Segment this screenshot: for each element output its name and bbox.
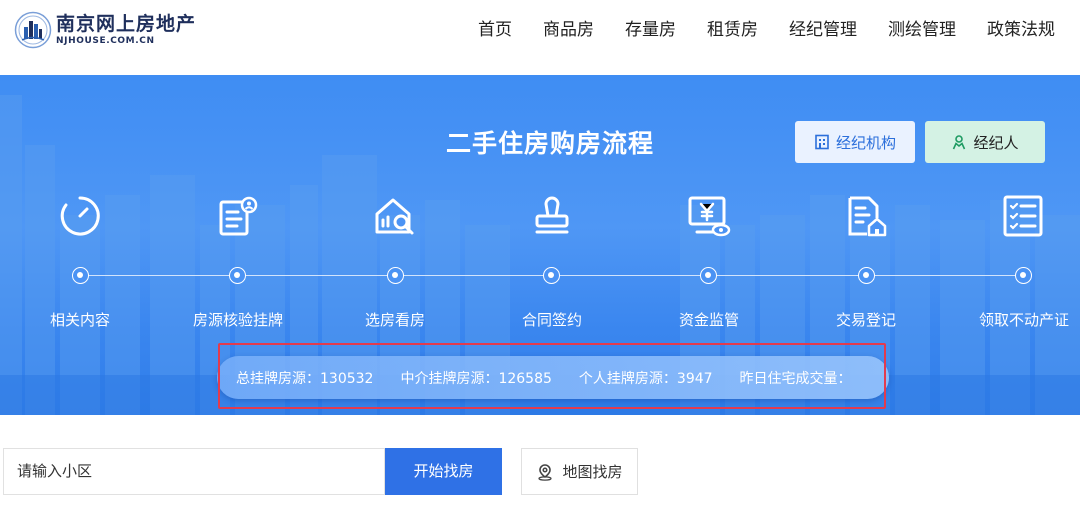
map-search-label: 地图找房 xyxy=(562,463,623,481)
community-search-input[interactable]: 请输入小区 xyxy=(3,448,385,495)
search-placeholder: 请输入小区 xyxy=(17,462,93,480)
step-label-related[interactable]: 相关内容 xyxy=(15,309,145,330)
timeline-dot xyxy=(387,267,404,284)
banner-title: 二手住房购房流程 xyxy=(445,129,654,158)
timeline-dot xyxy=(1015,267,1032,284)
step-label-certificate[interactable]: 领取不动产证 xyxy=(959,309,1080,330)
site-header: 南京网上房地产 NJHOUSE.COM.CN 首页 商品房 存量房 租赁房 经纪… xyxy=(0,0,1080,75)
checklist-icon xyxy=(1003,195,1043,237)
house-document-icon xyxy=(848,196,887,237)
step-label-registration[interactable]: 交易登记 xyxy=(801,309,931,330)
nav-policies[interactable]: 政策法规 xyxy=(987,19,1055,41)
process-banner: 二手住房购房流程 经纪机构 经纪人 相关内容 房源核验挂牌 选房看房 合同签约 … xyxy=(0,75,1080,415)
step-label-verify-listing[interactable]: 房源核验挂牌 xyxy=(173,309,303,330)
step-label-fund-supervision[interactable]: 资金监管 xyxy=(644,309,774,330)
fund-monitor-icon xyxy=(688,196,731,237)
clock-icon xyxy=(60,196,100,236)
nav-new-homes[interactable]: 商品房 xyxy=(543,19,594,41)
logo-subtitle: NJHOUSE.COM.CN xyxy=(56,36,155,46)
agency-button[interactable]: 经纪机构 xyxy=(795,121,915,163)
timeline-dot xyxy=(72,267,89,284)
agent-button[interactable]: 经纪人 xyxy=(925,121,1045,163)
nav-brokerage[interactable]: 经纪管理 xyxy=(789,19,857,41)
start-search-button[interactable]: 开始找房 xyxy=(385,448,502,495)
timeline-dot xyxy=(543,267,560,284)
step-label-viewing[interactable]: 选房看房 xyxy=(330,309,460,330)
highlight-frame xyxy=(218,343,886,409)
timeline-dot xyxy=(700,267,717,284)
building-icon xyxy=(815,134,829,150)
nav-surveying[interactable]: 测绘管理 xyxy=(888,19,956,41)
house-search-icon xyxy=(375,198,414,235)
map-search-button[interactable]: 地图找房 xyxy=(521,448,638,495)
step-label-contract[interactable]: 合同签约 xyxy=(487,309,617,330)
agent-button-label: 经纪人 xyxy=(973,133,1019,152)
timeline-dot xyxy=(858,267,875,284)
agency-button-label: 经纪机构 xyxy=(835,133,896,152)
logo-emblem-icon xyxy=(14,11,52,49)
person-icon xyxy=(953,135,966,150)
document-verify-icon xyxy=(219,196,258,236)
nav-rentals[interactable]: 租赁房 xyxy=(707,19,758,41)
logo-title: 南京网上房地产 xyxy=(56,13,197,35)
map-pin-icon xyxy=(538,463,553,481)
stamp-icon xyxy=(535,196,569,234)
site-logo[interactable]: 南京网上房地产 NJHOUSE.COM.CN xyxy=(14,11,196,49)
nav-resale-homes[interactable]: 存量房 xyxy=(625,19,676,41)
nav-home[interactable]: 首页 xyxy=(478,19,512,41)
timeline-dot xyxy=(229,267,246,284)
main-nav: 首页 商品房 存量房 租赁房 经纪管理 测绘管理 政策法规 xyxy=(447,19,1055,41)
